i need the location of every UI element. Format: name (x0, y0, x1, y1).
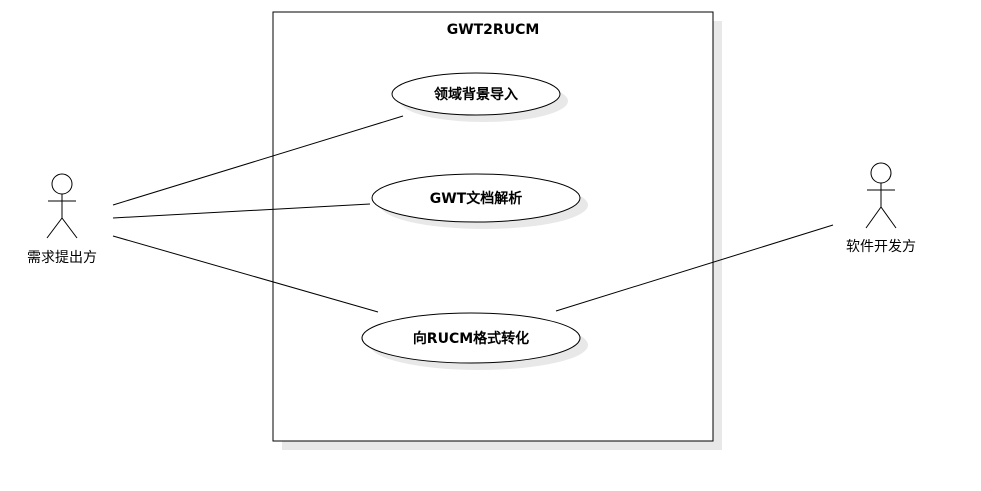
actor-developer[interactable] (865, 162, 897, 229)
use-case-gwt-parse-label: GWT文档解析 (430, 190, 522, 207)
actor-developer-label: 软件开发方 (846, 239, 916, 255)
actor-developer-leg-right (880, 206, 897, 229)
system-title: GWT2RUCM (447, 22, 540, 38)
use-case-diagram: GWT2RUCM 领域背景导入 GWT文档解析 向RUCM格式转化 需求提出方 (27, 11, 916, 450)
actor-developer-leg-left (865, 206, 882, 229)
actor-requester-label: 需求提出方 (27, 250, 97, 266)
actor-developer-head (870, 162, 892, 184)
actor-requester-leg-left (46, 217, 63, 239)
use-case-domain-import-label: 领域背景导入 (434, 86, 518, 103)
actor-requester[interactable] (46, 173, 78, 239)
actor-requester-head (51, 173, 73, 195)
use-case-rucm-convert-label: 向RUCM格式转化 (413, 330, 529, 347)
actor-requester-leg-right (61, 217, 78, 239)
